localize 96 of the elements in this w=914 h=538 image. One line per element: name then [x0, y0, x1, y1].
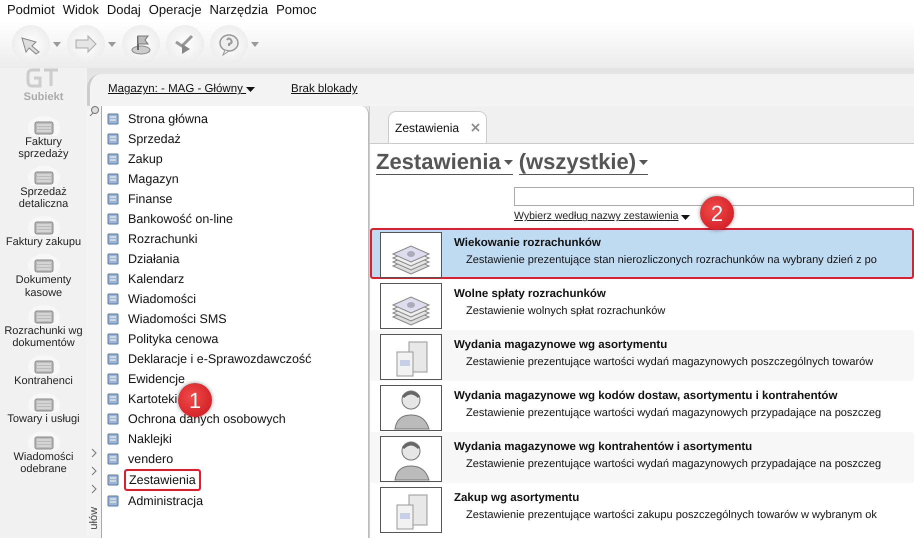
arrow-icon — [74, 32, 98, 56]
tab[interactable]: Zestawienia — [388, 111, 488, 143]
tree-item[interactable]: Strona główna — [124, 109, 212, 129]
report-row[interactable]: Wydania magazynowe wg kontrahentów i asortymentu Zestawienie prezentujące wartości wydań magazynowych przypadające na poszczeg — [370, 432, 914, 483]
tree-item[interactable]: Naklejki — [124, 429, 176, 449]
module-icon — [105, 271, 121, 287]
tree-item[interactable]: Finanse — [124, 189, 176, 209]
menu-item[interactable]: Pomoc — [272, 0, 321, 20]
report-description: Zestawienie prezentujące stan nierozliczonych rozrachunków na wybrany dzień z po — [465, 253, 877, 268]
tree-item[interactable]: Administracja — [124, 491, 208, 511]
menu-item[interactable]: Operacje — [144, 0, 206, 20]
box-icon — [380, 334, 442, 380]
menu-item[interactable]: Widok — [58, 0, 103, 20]
sidebar-item[interactable]: Faktury zakupu — [0, 211, 86, 250]
caret-icon[interactable] — [108, 42, 116, 46]
module-icon — [105, 131, 121, 147]
module-icon — [105, 311, 121, 327]
menu-item[interactable]: Dodaj — [102, 0, 145, 20]
module-icon — [105, 351, 121, 367]
strip-label: ułów — [86, 506, 101, 530]
report-description: Zestawienie wolnych spłat rozrachunków — [465, 304, 666, 320]
module-icon — [105, 151, 121, 167]
caret-icon — [246, 86, 256, 92]
banknote-stack-icon — [380, 282, 442, 329]
tree-item[interactable]: Deklaracje i e-Sprawozdawczość — [124, 349, 316, 369]
menu-item[interactable]: Podmiot — [3, 0, 59, 20]
report-title: Wolne spłaty rozrachunków — [454, 286, 607, 302]
person-icon — [380, 436, 442, 482]
report-row[interactable]: Zakup wg asortymentu Zestawienie prezentujące wartości zakupu poszczególnych towarów w wybranym ok — [370, 482, 914, 534]
tree-item[interactable]: Rozrachunki — [124, 229, 202, 249]
banknote-stack-icon — [380, 232, 442, 278]
caret-icon[interactable] — [53, 42, 61, 46]
box-icon — [380, 486, 442, 533]
tree-item[interactable]: Polityka cenowa — [124, 329, 222, 349]
tab-label: Zestawienia — [395, 120, 460, 136]
module-icon — [105, 231, 121, 247]
caret-icon — [681, 214, 690, 220]
logo-text: Subiekt — [24, 90, 64, 104]
module-icon — [105, 411, 121, 427]
report-title: Wiekowanie rozrachunków — [454, 236, 602, 251]
report-description: Zestawienie prezentujące wartości wydań magazynowych przypadające na poszczeg — [465, 406, 882, 422]
person-icon — [380, 384, 442, 431]
close-icon[interactable] — [471, 123, 480, 132]
module-icon — [105, 331, 121, 347]
report-description: Zestawienie prezentujące wartości wydań magazynowych poszczególnych towarów — [465, 355, 874, 370]
report-title: Wydania magazynowe wg asortymentu — [454, 338, 668, 353]
caret-icon — [639, 160, 648, 165]
report-description: Zestawienie prezentujące wartości wydań magazynowych przypadające na poszczeg — [465, 457, 882, 472]
report-title: Wydania magazynowe wg kontrahentów i asortymentu — [454, 440, 754, 455]
tree-item[interactable]: Kalendarz — [124, 269, 188, 289]
tree-item[interactable]: Bankowość on-line — [124, 209, 237, 229]
report-row[interactable]: Wiekowanie rozrachunków Zestawienie prezentujące stan nierozliczonych rozrachunków na wybrany dzień z po — [370, 228, 914, 279]
logo-icon — [26, 66, 60, 88]
report-row[interactable]: Wydania magazynowe wg kodów dostaw, asortymentu i kontrahentów Zestawienie prezentujące wartości wydań magazynowych przypadające na poszczeg — [370, 380, 914, 432]
report-title: Wydania magazynowe wg kodów dostaw, asortymentu i kontrahentów — [454, 388, 838, 404]
category-dropdown[interactable]: Zestawienia — [376, 150, 513, 176]
module-icon — [105, 251, 121, 267]
tree-item[interactable]: Działania — [124, 249, 184, 269]
caret-icon[interactable] — [251, 42, 259, 46]
sidebar-item[interactable]: Dokumenty kasowe — [0, 249, 86, 300]
sidebar-item[interactable]: Kontrahenci — [0, 350, 86, 388]
report-row[interactable]: Wydania magazynowe wg asortymentu Zestawienie prezentujące wartości wydań magazynowych poszczególnych towarów — [370, 330, 914, 381]
module-icon — [105, 291, 121, 307]
help-icon — [217, 32, 241, 56]
tree-item[interactable]: Zestawienia — [124, 469, 201, 491]
sidebar-item[interactable]: Towary i usługi — [0, 388, 86, 426]
sidebar-item[interactable]: Wiadomości odebrane — [0, 426, 86, 476]
tree-item[interactable]: Sprzedaż — [124, 129, 185, 149]
menu-item[interactable]: Narzędzia — [206, 0, 272, 20]
lock-link[interactable]: Brak blokady — [291, 81, 358, 99]
module-icon — [105, 472, 121, 488]
module-icon — [105, 111, 121, 127]
sidebar-item[interactable]: Sprzedaż detaliczna — [0, 161, 86, 212]
module-icon — [105, 191, 121, 207]
report-title: Zakup wg asortymentu — [454, 490, 580, 506]
tree-item[interactable]: Wiadomości — [124, 289, 200, 309]
warehouse-dropdown[interactable]: Magazyn: - MAG - Główny — [108, 81, 256, 99]
tree-item[interactable]: Wiadomości SMS — [124, 309, 231, 329]
report-row[interactable]: Wolne spłaty rozrachunków Zestawienie wolnych spłat rozrachunków — [370, 278, 914, 330]
filter-dropdown[interactable]: (wszystkie) — [518, 150, 648, 176]
caret-icon — [504, 160, 513, 165]
module-icon — [105, 391, 121, 407]
module-icon — [105, 451, 121, 467]
report-description: Zestawienie prezentujące wartości zakupu poszczególnych towarów w wybranym ok — [465, 508, 877, 524]
module-icon — [105, 211, 121, 227]
module-icon — [105, 171, 121, 187]
search-mode-dropdown[interactable]: Wybierz według nazwy zestawienia — [514, 209, 690, 225]
sidebar-item[interactable]: Rozrachunki wg dokumentów — [0, 300, 86, 350]
module-icon — [105, 493, 121, 509]
tree-item[interactable]: vendero — [124, 449, 178, 469]
tree-item[interactable]: Zakup — [124, 149, 167, 169]
module-icon — [105, 371, 121, 387]
tree-item[interactable]: Magazyn — [124, 169, 183, 189]
sidebar-item[interactable]: Faktury sprzedaży — [0, 111, 86, 162]
module-icon — [105, 431, 121, 447]
search-field[interactable] — [514, 187, 914, 206]
